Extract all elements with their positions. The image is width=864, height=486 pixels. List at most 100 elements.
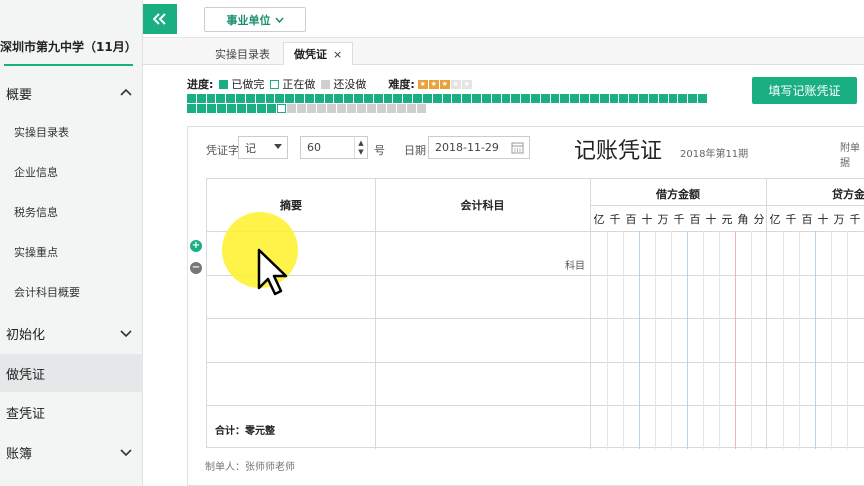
progress-cell-done[interactable] — [354, 94, 363, 103]
progress-cell-done[interactable] — [247, 104, 256, 113]
progress-cell-done[interactable] — [265, 94, 275, 103]
progress-cell-done[interactable] — [639, 94, 648, 103]
sidebar-item-account-overview[interactable]: 会计科目概要 — [0, 273, 143, 311]
tab-make-voucher[interactable]: 做凭证 × — [283, 42, 354, 65]
sidebar-item-key-points[interactable]: 实操重点 — [0, 233, 143, 271]
summary-cell[interactable] — [207, 276, 374, 318]
sidebar-item-ledger[interactable]: 账簿 — [0, 433, 143, 471]
progress-cell-todo[interactable] — [297, 104, 306, 113]
progress-cell-done[interactable] — [580, 94, 589, 103]
progress-cell-done[interactable] — [187, 104, 196, 113]
progress-cell-done[interactable] — [314, 94, 324, 103]
add-row-button[interactable]: + — [190, 240, 202, 252]
collapse-sidebar-button[interactable] — [143, 4, 177, 34]
account-cell[interactable] — [376, 319, 589, 362]
progress-cell-done[interactable] — [226, 94, 236, 103]
progress-cell-done[interactable] — [236, 94, 245, 103]
progress-cell-done[interactable] — [501, 94, 511, 103]
progress-cell-done[interactable] — [324, 94, 334, 103]
progress-cell-done[interactable] — [609, 94, 619, 103]
progress-cell-done[interactable] — [275, 94, 285, 103]
progress-cell-done[interactable] — [521, 94, 530, 103]
progress-cell-done[interactable] — [237, 104, 246, 113]
voucher-number-stepper[interactable]: 60 ▲ ▼ — [300, 136, 368, 159]
progress-cell-done[interactable] — [245, 94, 255, 103]
close-icon[interactable]: × — [333, 48, 342, 61]
progress-cell-done[interactable] — [678, 94, 688, 103]
progress-cell-done[interactable] — [658, 94, 668, 103]
sidebar-item-query-voucher[interactable]: 查凭证 — [0, 393, 143, 431]
progress-cell-todo[interactable] — [337, 104, 346, 113]
progress-cell-done[interactable] — [344, 94, 354, 103]
progress-cell-done[interactable] — [206, 94, 216, 103]
progress-cell-done[interactable] — [373, 94, 383, 103]
sidebar-item-practice-catalog[interactable]: 实操目录表 — [0, 113, 143, 151]
progress-cell-done[interactable] — [227, 104, 236, 113]
progress-cell-done[interactable] — [393, 94, 403, 103]
progress-cell-done[interactable] — [491, 94, 501, 103]
progress-cell-done[interactable] — [334, 94, 344, 103]
sidebar-item-make-voucher[interactable]: 做凭证 — [0, 354, 143, 392]
progress-cell-done[interactable] — [560, 94, 570, 103]
progress-cell-todo[interactable] — [307, 104, 316, 113]
summary-cell[interactable] — [207, 363, 374, 405]
progress-cell-todo[interactable] — [367, 104, 376, 113]
sidebar-item-overview[interactable]: 概要 — [0, 74, 143, 112]
progress-cell-done[interactable] — [472, 94, 481, 103]
progress-cell-done[interactable] — [403, 94, 413, 103]
progress-cell-done[interactable] — [363, 94, 373, 103]
progress-cell-done[interactable] — [304, 94, 314, 103]
progress-cell-todo[interactable] — [397, 104, 406, 113]
progress-cell-todo[interactable] — [377, 104, 386, 113]
progress-cell-done[interactable] — [295, 94, 304, 103]
progress-cell-done[interactable] — [481, 94, 491, 103]
progress-cell-done[interactable] — [285, 94, 295, 103]
progress-cell-done[interactable] — [257, 104, 266, 113]
progress-cell-done[interactable] — [255, 94, 265, 103]
account-cell[interactable] — [376, 276, 589, 318]
unit-type-select[interactable]: 事业单位 — [204, 7, 306, 32]
progress-cell-todo[interactable] — [327, 104, 336, 113]
progress-cell-done[interactable] — [668, 94, 678, 103]
progress-cell-todo[interactable] — [317, 104, 326, 113]
progress-cell-done[interactable] — [267, 104, 276, 113]
progress-cell-done[interactable] — [550, 94, 560, 103]
progress-cell-todo[interactable] — [407, 104, 416, 113]
progress-cell-done[interactable] — [217, 104, 226, 113]
tab-practice-catalog[interactable]: 实操目录表 — [205, 42, 280, 65]
progress-cell-done[interactable] — [599, 94, 609, 103]
progress-cell-done[interactable] — [511, 94, 521, 103]
sidebar-item-company-info[interactable]: 企业信息 — [0, 153, 143, 191]
progress-cell-todo[interactable] — [347, 104, 356, 113]
progress-cell-todo[interactable] — [387, 104, 396, 113]
progress-cell-doing[interactable] — [277, 104, 286, 113]
progress-cell-done[interactable] — [619, 94, 629, 103]
progress-cell-done[interactable] — [648, 94, 658, 103]
progress-cell-done[interactable] — [570, 94, 580, 103]
progress-cell-todo[interactable] — [357, 104, 366, 113]
progress-cell-done[interactable] — [207, 104, 216, 113]
progress-cell-done[interactable] — [629, 94, 639, 103]
progress-cell-done[interactable] — [462, 94, 472, 103]
voucher-date-input[interactable]: 2018-11-29 — [428, 136, 530, 159]
remove-row-button[interactable]: − — [190, 262, 202, 274]
voucher-word-select[interactable]: 记 — [238, 136, 288, 159]
progress-cell-done[interactable] — [540, 94, 550, 103]
progress-cell-done[interactable] — [216, 94, 226, 103]
fill-voucher-button[interactable]: 填写记账凭证 — [752, 77, 857, 104]
progress-cell-done[interactable] — [187, 94, 196, 103]
progress-cell-done[interactable] — [383, 94, 393, 103]
progress-cell-done[interactable] — [530, 94, 540, 103]
spinner-arrows-icon[interactable]: ▲ ▼ — [354, 137, 367, 158]
account-cell[interactable] — [376, 232, 589, 275]
progress-cell-done[interactable] — [413, 94, 422, 103]
progress-cell-todo[interactable] — [417, 104, 426, 113]
progress-cell-done[interactable] — [688, 94, 698, 103]
progress-cell-done[interactable] — [196, 94, 206, 103]
sidebar-item-initialize[interactable]: 初始化 — [0, 314, 143, 352]
sidebar-item-tax-info[interactable]: 税务信息 — [0, 193, 143, 231]
progress-cell-done[interactable] — [442, 94, 452, 103]
progress-cell-done[interactable] — [422, 94, 432, 103]
progress-cell-done[interactable] — [589, 94, 599, 103]
account-cell[interactable] — [376, 363, 589, 405]
